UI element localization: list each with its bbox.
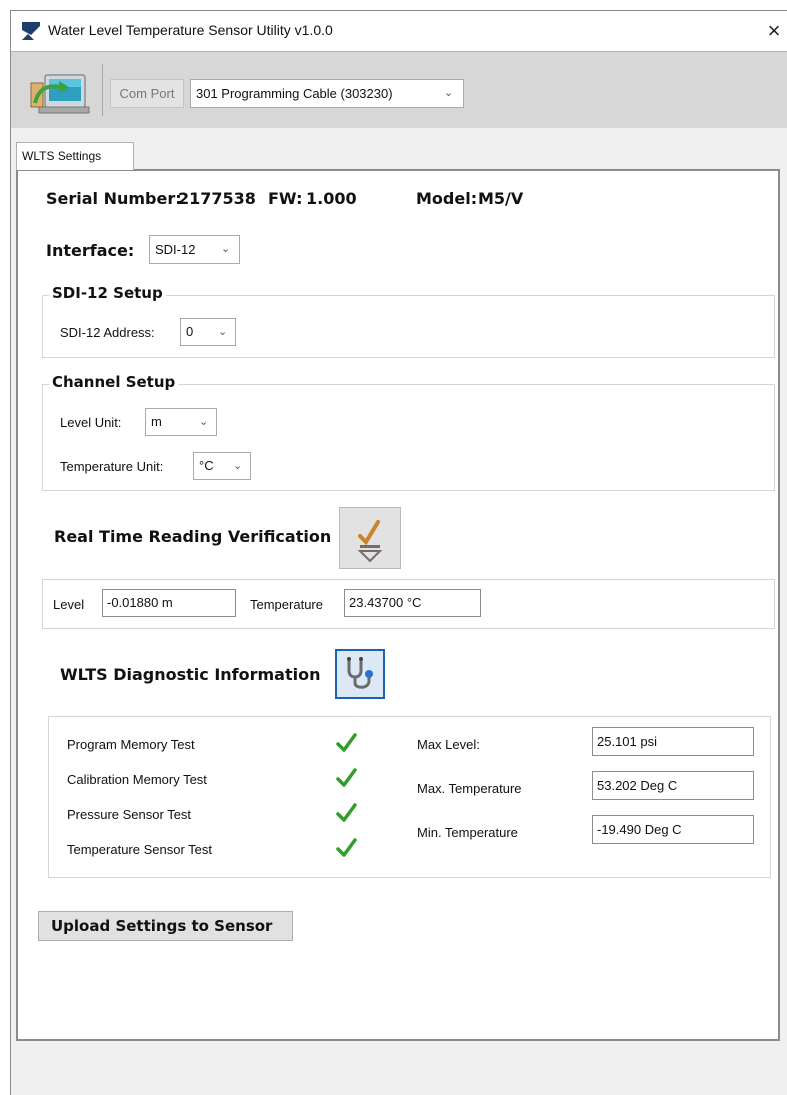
interface-value: SDI-12 — [155, 242, 196, 257]
app-window: Water Level Temperature Sensor Utility v… — [10, 10, 787, 1095]
interface-select[interactable]: SDI-12 ⌄ — [149, 235, 240, 264]
model-label: Model: — [416, 189, 478, 208]
temperature-reading-label: Temperature — [250, 597, 323, 612]
sdi12-setup-title: SDI-12 Setup — [49, 284, 166, 302]
test-label-program-memory: Program Memory Test — [67, 737, 195, 752]
chevron-down-icon: ⌄ — [233, 460, 243, 472]
temperature-reading-field: 23.43700 °C — [344, 589, 481, 617]
read-reading-icon — [357, 520, 383, 563]
read-reading-button[interactable] — [339, 507, 401, 569]
green-check-icon — [336, 803, 357, 822]
com-port-value: 301 Programming Cable (303230) — [196, 86, 393, 101]
green-check-icon — [336, 768, 357, 787]
diagnostic-title: WLTS Diagnostic Information — [60, 665, 321, 684]
close-icon[interactable]: × — [762, 17, 786, 45]
max-level-label: Max Level: — [417, 737, 480, 752]
temperature-unit-value: °C — [199, 458, 214, 473]
max-level-field: 25.101 psi — [592, 727, 754, 756]
serial-number-label: Serial Number: — [46, 189, 182, 208]
serial-number-value: 2177538 — [178, 189, 256, 208]
diagnostic-button[interactable] — [335, 649, 385, 699]
green-check-icon — [336, 838, 357, 857]
level-unit-select[interactable]: m ⌄ — [145, 408, 217, 436]
tab-wlts-settings[interactable]: WLTS Settings — [16, 142, 134, 170]
stethoscope-icon — [347, 657, 373, 689]
window-title: Water Level Temperature Sensor Utility v… — [48, 22, 333, 38]
toolbar: Com Port 301 Programming Cable (303230) … — [11, 51, 787, 128]
fw-value: 1.000 — [306, 189, 357, 208]
level-unit-value: m — [151, 414, 162, 429]
green-check-icon — [336, 733, 357, 752]
max-temperature-field: 53.202 Deg C — [592, 771, 754, 800]
app-icon — [22, 22, 40, 40]
temperature-unit-select[interactable]: °C ⌄ — [193, 452, 251, 480]
sdi12-address-select[interactable]: 0 ⌄ — [180, 318, 236, 346]
model-value: M5/V — [478, 189, 524, 208]
level-reading-label: Level — [53, 597, 85, 612]
sdi12-address-value: 0 — [186, 324, 194, 339]
chevron-down-icon: ⌄ — [444, 87, 454, 99]
level-reading-field: -0.01880 m — [102, 589, 236, 617]
level-unit-label: Level Unit: — [60, 415, 122, 430]
test-label-temperature-sensor: Temperature Sensor Test — [67, 842, 212, 857]
test-label-pressure-sensor: Pressure Sensor Test — [67, 807, 192, 822]
chevron-down-icon: ⌄ — [221, 243, 231, 255]
max-temperature-label: Max. Temperature — [417, 781, 522, 796]
com-port-select[interactable]: 301 Programming Cable (303230) ⌄ — [190, 79, 464, 108]
fw-label: FW: — [268, 189, 303, 208]
connect-icon[interactable] — [27, 69, 91, 117]
channel-setup-title: Channel Setup — [49, 373, 179, 391]
min-temperature-field: -19.490 Deg C — [592, 815, 754, 844]
title-bar: Water Level Temperature Sensor Utility v… — [11, 11, 787, 51]
interface-label: Interface: — [46, 241, 135, 260]
chevron-down-icon: ⌄ — [199, 416, 209, 428]
channel-setup-group — [42, 384, 775, 491]
real-time-title: Real Time Reading Verification — [54, 527, 332, 546]
com-port-label: Com Port — [110, 79, 184, 108]
test-label-calibration-memory: Calibration Memory Test — [67, 772, 207, 787]
chevron-down-icon: ⌄ — [218, 326, 228, 338]
sdi12-address-label: SDI-12 Address: — [60, 325, 155, 340]
min-temperature-label: Min. Temperature — [417, 825, 518, 840]
upload-settings-button[interactable]: Upload Settings to Sensor — [38, 911, 293, 941]
toolbar-separator — [102, 64, 103, 116]
temperature-unit-label: Temperature Unit: — [60, 459, 164, 474]
